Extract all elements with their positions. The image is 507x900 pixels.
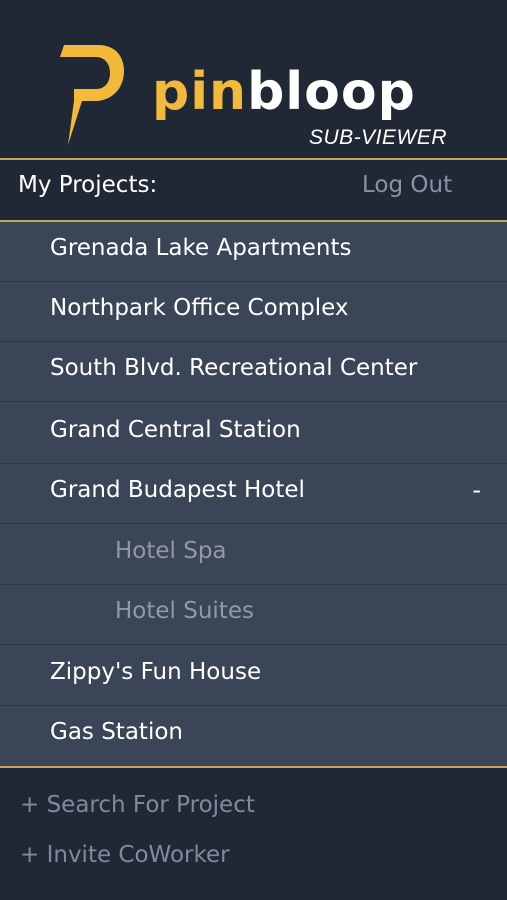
search-project-link[interactable]: + Search For Project [20, 792, 255, 818]
project-item[interactable]: Gas Station [0, 706, 507, 766]
brand-subtitle: SUB-VIEWER [309, 126, 448, 149]
project-item[interactable]: Grand Central Station [0, 404, 507, 464]
invite-coworker-link[interactable]: + Invite CoWorker [20, 842, 230, 868]
subproject-item[interactable]: Hotel Spa [0, 525, 507, 585]
project-item-label: Grand Budapest Hotel [50, 477, 305, 503]
project-item[interactable]: Northpark Office Complex [0, 282, 507, 342]
project-item-label: Grand Central Station [50, 417, 301, 443]
project-item-expanded[interactable]: Grand Budapest Hotel - [0, 464, 507, 524]
project-item[interactable]: South Blvd. Recreational Center [0, 342, 507, 402]
subproject-item[interactable]: Hotel Suites [0, 585, 507, 645]
project-item[interactable]: Zippy's Fun House [0, 646, 507, 706]
project-list: Grenada Lake Apartments Northpark Office… [0, 222, 507, 766]
project-item-label: South Blvd. Recreational Center [50, 355, 418, 381]
pinbloop-logo-icon [60, 45, 124, 145]
project-item-label: Gas Station [50, 719, 183, 745]
project-item-label: Northpark Office Complex [50, 295, 349, 321]
my-projects-heading: My Projects: [18, 172, 158, 198]
app-header: pinbloop SUB-VIEWER [0, 0, 507, 158]
brand-name-part1: pin [152, 62, 248, 122]
collapse-toggle[interactable]: - [472, 476, 481, 504]
subproject-item-label: Hotel Suites [115, 598, 254, 624]
subproject-item-label: Hotel Spa [115, 538, 227, 564]
project-item-label: Zippy's Fun House [50, 659, 262, 685]
project-item-label: Grenada Lake Apartments [50, 235, 352, 261]
logout-button[interactable]: Log Out [362, 172, 452, 198]
project-item[interactable]: Grenada Lake Apartments [0, 222, 507, 282]
brand-wordmark: pinbloop [152, 62, 416, 122]
brand-name-part2: bloop [247, 62, 416, 122]
footer-actions: + Search For Project + Invite CoWorker [0, 768, 507, 900]
